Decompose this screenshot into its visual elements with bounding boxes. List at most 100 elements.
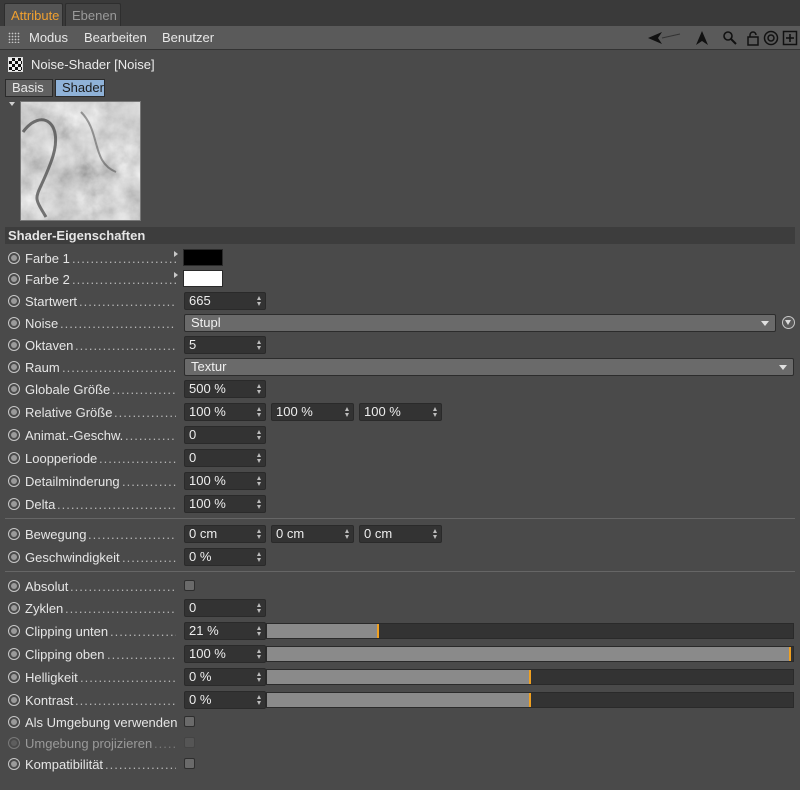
startwert-field[interactable]: 665: [184, 292, 266, 310]
subtab-shader[interactable]: Shader: [55, 79, 105, 97]
spinner-icon[interactable]: [257, 649, 262, 659]
subtab-basis[interactable]: Basis: [5, 79, 53, 97]
helligkeit-field[interactable]: 0 %: [184, 668, 266, 686]
clipping-oben-slider[interactable]: [266, 646, 794, 662]
param-als-umgebung: Als Umgebung verwenden: [0, 712, 800, 732]
relative-groesse-y-field[interactable]: 100 %: [271, 403, 354, 421]
animate-toggle-icon[interactable]: [8, 452, 20, 464]
clipping-unten-field[interactable]: 21 %: [184, 622, 266, 640]
animate-toggle-icon[interactable]: [8, 295, 20, 307]
animat-geschw-field[interactable]: 0: [184, 426, 266, 444]
spinner-icon[interactable]: [433, 407, 438, 417]
globale-groesse-field[interactable]: 500 %: [184, 380, 266, 398]
animate-toggle-icon[interactable]: [8, 361, 20, 373]
slider-handle[interactable]: [789, 647, 791, 661]
spinner-icon[interactable]: [257, 430, 262, 440]
back-arrow-icon[interactable]: [646, 30, 682, 46]
spinner-icon[interactable]: [257, 552, 262, 562]
spinner-icon[interactable]: [257, 672, 262, 682]
animate-toggle-icon[interactable]: [8, 252, 20, 264]
slider-handle[interactable]: [529, 693, 531, 707]
zyklen-field[interactable]: 0: [184, 599, 266, 617]
bewegung-y-field[interactable]: 0 cm: [271, 525, 354, 543]
loopperiode-field[interactable]: 0: [184, 449, 266, 467]
delta-field[interactable]: 100 %: [184, 495, 266, 513]
menu-benutzer[interactable]: Benutzer: [162, 30, 214, 45]
detailminderung-field[interactable]: 100 %: [184, 472, 266, 490]
animate-toggle-icon[interactable]: [8, 580, 20, 592]
clipping-oben-field[interactable]: 100 %: [184, 645, 266, 663]
label-leader: ........................................…: [62, 360, 176, 375]
spinner-icon[interactable]: [257, 407, 262, 417]
relative-groesse-z-field[interactable]: 100 %: [359, 403, 442, 421]
animate-toggle-icon[interactable]: [8, 716, 20, 728]
param-farbe2: Farbe 2 ................................…: [0, 269, 800, 289]
animate-toggle-icon[interactable]: [8, 339, 20, 351]
animate-toggle-icon[interactable]: [8, 551, 20, 563]
menu-bearbeiten[interactable]: Bearbeiten: [84, 30, 147, 45]
kompatibilitaet-checkbox[interactable]: [184, 758, 195, 769]
pointer-arrow-icon[interactable]: [694, 30, 710, 46]
animate-toggle-icon[interactable]: [8, 528, 20, 540]
animate-toggle-icon[interactable]: [8, 498, 20, 510]
spinner-icon[interactable]: [433, 529, 438, 539]
spinner-icon[interactable]: [257, 453, 262, 463]
noise-dropdown[interactable]: Stupl: [184, 314, 776, 332]
spinner-icon[interactable]: [257, 603, 262, 613]
spinner-icon[interactable]: [257, 529, 262, 539]
preview-collapse-icon[interactable]: [9, 102, 15, 106]
spinner-icon[interactable]: [257, 499, 262, 509]
field-value: 665: [189, 293, 211, 308]
lock-icon[interactable]: [745, 30, 761, 46]
animate-toggle-icon[interactable]: [8, 429, 20, 441]
tab-ebenen[interactable]: Ebenen: [65, 3, 121, 26]
target-icon[interactable]: [763, 30, 779, 46]
expand-arrow-icon[interactable]: [174, 272, 178, 278]
slider-handle[interactable]: [529, 670, 531, 684]
param-label: Als Umgebung verwenden: [25, 715, 178, 730]
spinner-icon[interactable]: [257, 384, 262, 394]
animate-toggle-icon[interactable]: [8, 475, 20, 487]
spinner-icon[interactable]: [345, 407, 350, 417]
section-header-shader-eigenschaften: Shader-Eigenschaften: [5, 227, 795, 244]
spinner-icon[interactable]: [257, 340, 262, 350]
grip-handle-icon[interactable]: [8, 32, 20, 43]
geschwindigkeit-field[interactable]: 0 %: [184, 548, 266, 566]
als-umgebung-checkbox[interactable]: [184, 716, 195, 727]
slider-handle[interactable]: [377, 624, 379, 638]
spinner-icon[interactable]: [257, 296, 262, 306]
animate-toggle-icon[interactable]: [8, 383, 20, 395]
animate-toggle-icon[interactable]: [8, 602, 20, 614]
param-helligkeit: Helligkeit .............................…: [0, 667, 800, 687]
animate-toggle-icon[interactable]: [8, 694, 20, 706]
kontrast-field[interactable]: 0 %: [184, 691, 266, 709]
bewegung-x-field[interactable]: 0 cm: [184, 525, 266, 543]
raum-dropdown[interactable]: Textur: [184, 358, 794, 376]
bewegung-z-field[interactable]: 0 cm: [359, 525, 442, 543]
absolut-checkbox[interactable]: [184, 580, 195, 591]
spinner-icon[interactable]: [257, 476, 262, 486]
tab-attribute[interactable]: Attribute: [4, 3, 63, 26]
animate-toggle-icon[interactable]: [8, 758, 20, 770]
clipping-unten-slider[interactable]: [266, 623, 794, 639]
spinner-icon[interactable]: [257, 626, 262, 636]
animate-toggle-icon[interactable]: [8, 273, 20, 285]
relative-groesse-x-field[interactable]: 100 %: [184, 403, 266, 421]
oktaven-field[interactable]: 5: [184, 336, 266, 354]
color-swatch[interactable]: [183, 270, 223, 287]
color-swatch[interactable]: [183, 249, 223, 266]
new-panel-icon[interactable]: [782, 30, 798, 46]
kontrast-slider[interactable]: [266, 692, 794, 708]
spinner-icon[interactable]: [345, 529, 350, 539]
search-icon[interactable]: [722, 30, 738, 46]
helligkeit-slider[interactable]: [266, 669, 794, 685]
spinner-icon[interactable]: [257, 695, 262, 705]
animate-toggle-icon[interactable]: [8, 648, 20, 660]
animate-toggle-icon[interactable]: [8, 671, 20, 683]
noise-preset-icon[interactable]: [782, 316, 795, 329]
animate-toggle-icon[interactable]: [8, 317, 20, 329]
animate-toggle-icon[interactable]: [8, 406, 20, 418]
expand-arrow-icon[interactable]: [174, 251, 178, 257]
animate-toggle-icon[interactable]: [8, 625, 20, 637]
menu-modus[interactable]: Modus: [29, 30, 68, 45]
